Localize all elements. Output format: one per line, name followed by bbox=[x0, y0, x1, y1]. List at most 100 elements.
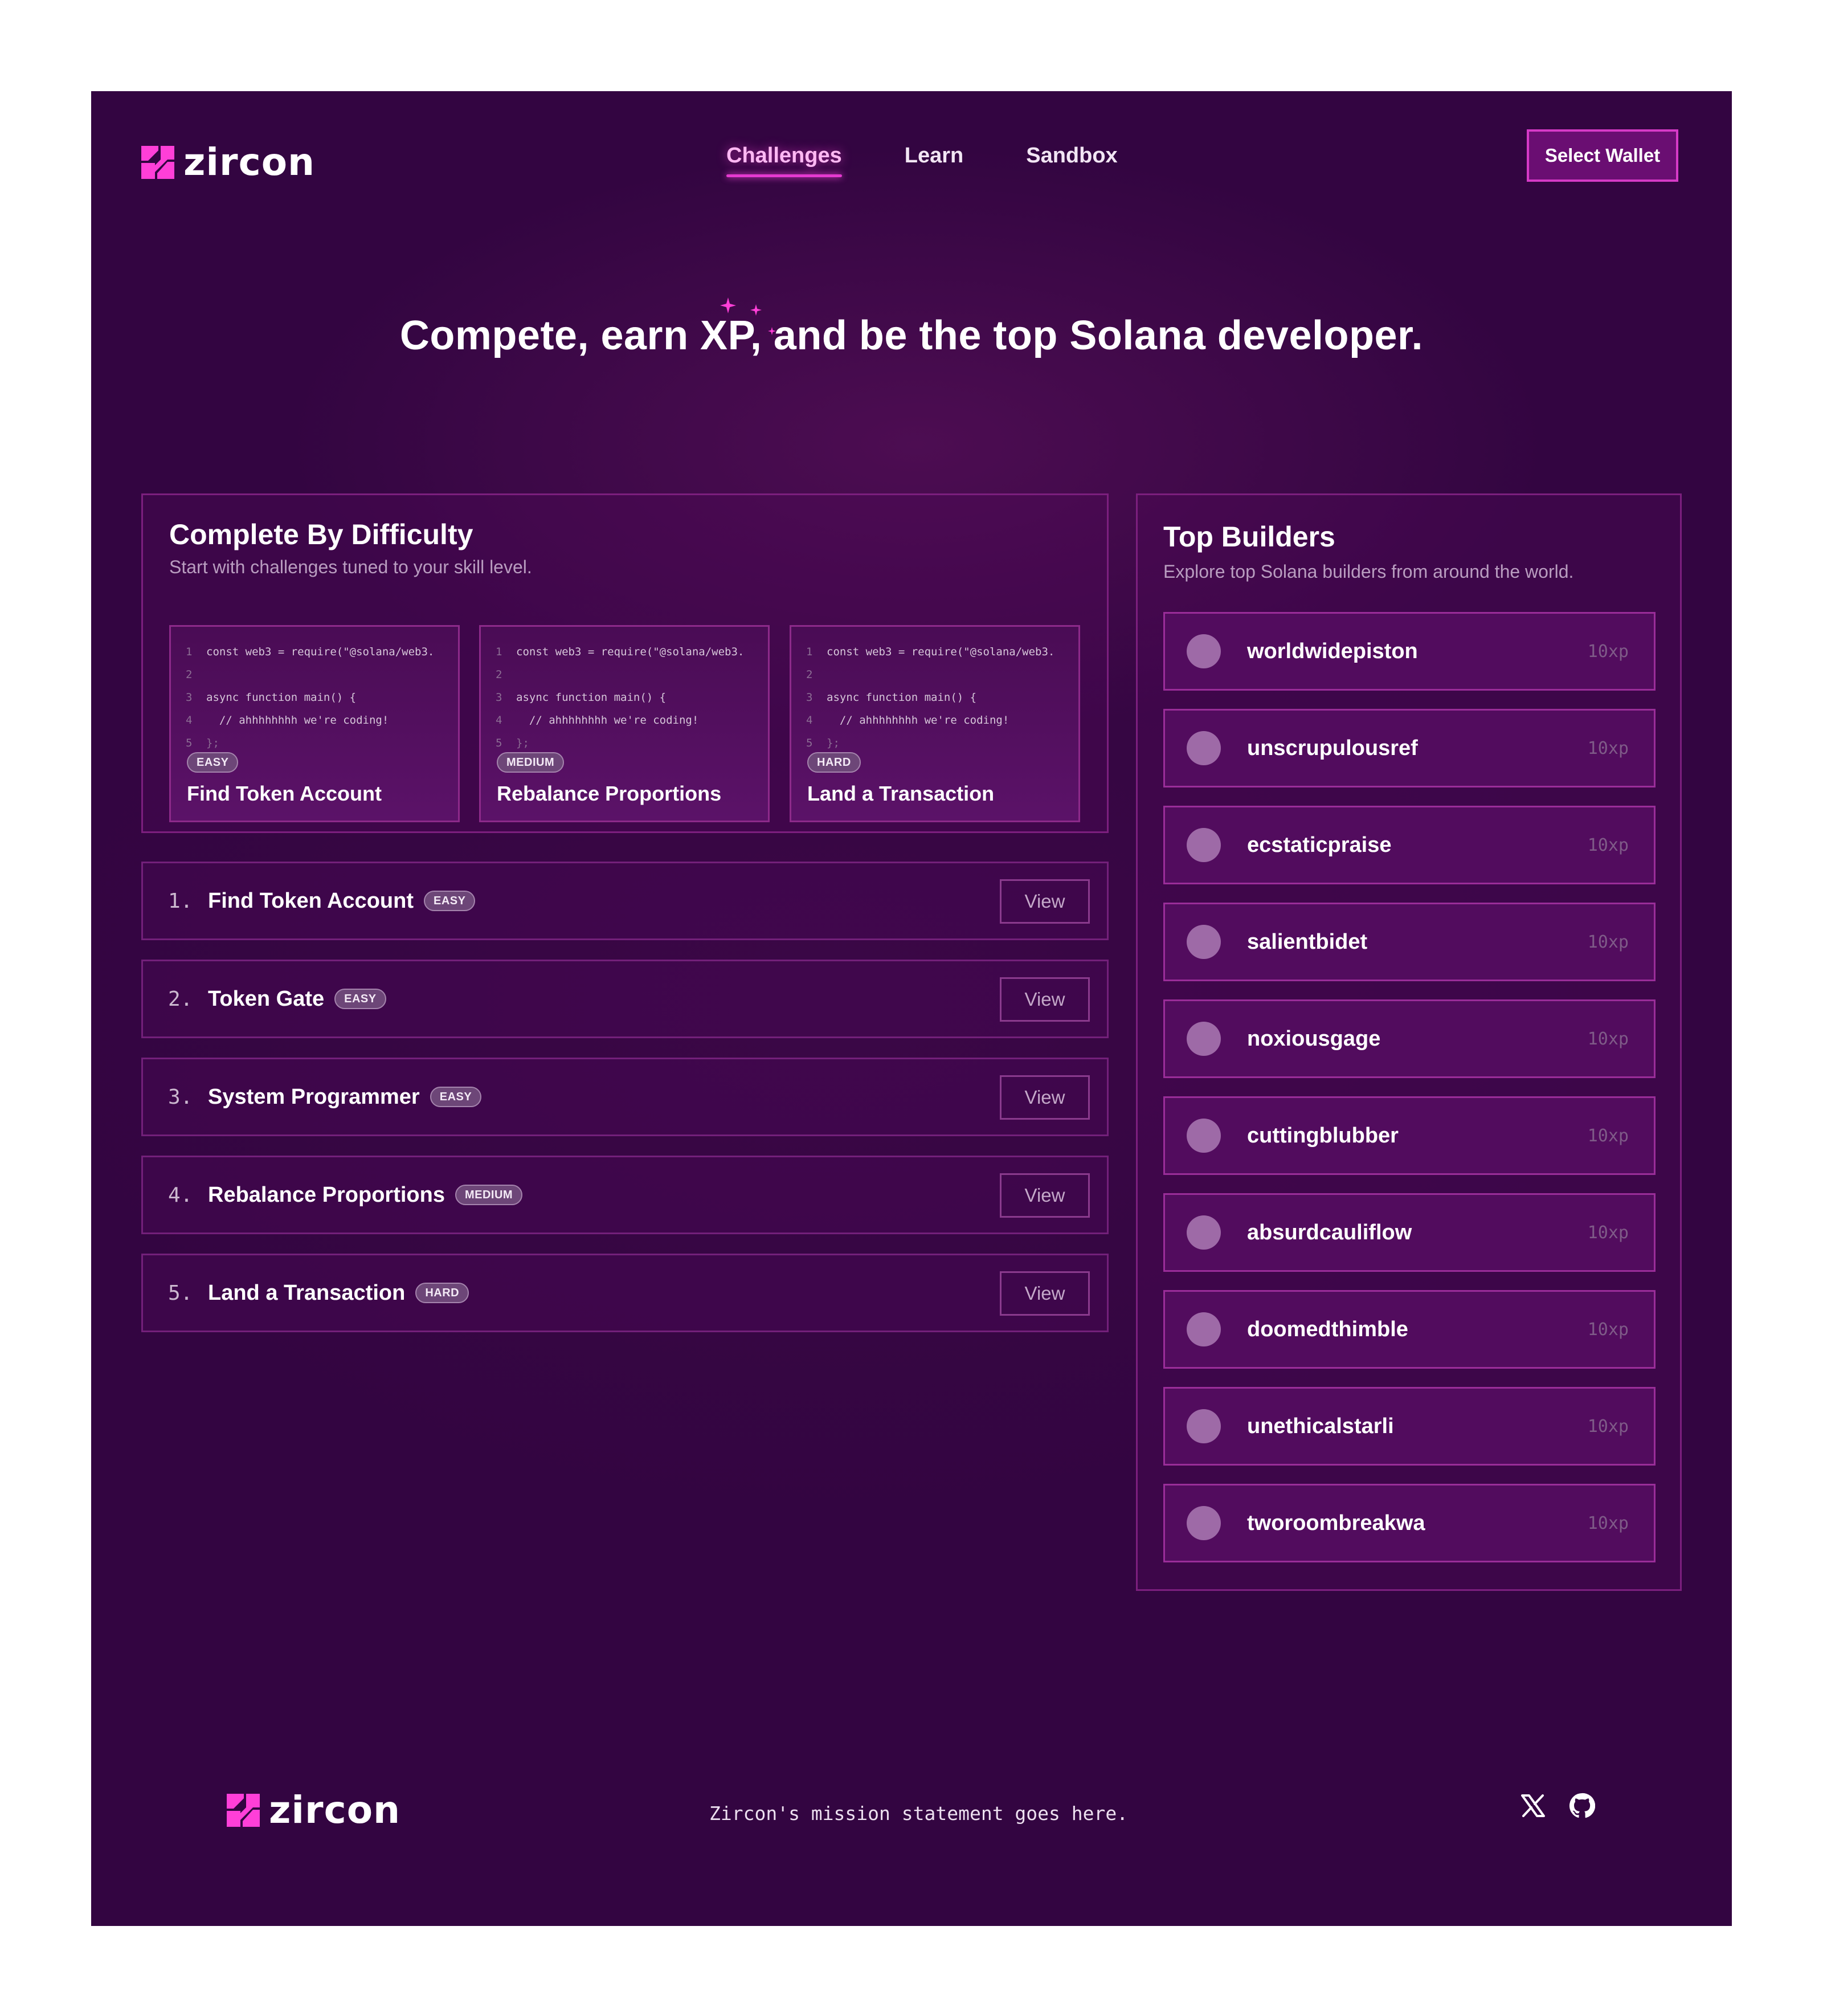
difficulty-badge: EASY bbox=[430, 1087, 482, 1107]
hero-headline: Compete, earn XP, and be the top Solana … bbox=[399, 313, 1424, 358]
nav-learn[interactable]: Learn bbox=[905, 144, 963, 168]
challenge-title: System Programmer bbox=[208, 1084, 420, 1109]
zircon-logo-icon bbox=[141, 145, 174, 179]
view-button[interactable]: View bbox=[1000, 1271, 1090, 1316]
challenge-row: 2. Token Gate EASY View bbox=[141, 960, 1109, 1038]
builder-name: unscrupulousref bbox=[1247, 736, 1418, 760]
builder-row[interactable]: noxiousgage 10xp bbox=[1163, 999, 1656, 1078]
challenge-row: 1. Find Token Account EASY View bbox=[141, 862, 1109, 940]
challenge-title: Token Gate bbox=[208, 986, 325, 1011]
main-nav: Challenges Learn Sandbox bbox=[726, 144, 1118, 177]
builder-row[interactable]: absurdcauliflow 10xp bbox=[1163, 1193, 1656, 1272]
sparkle-icon bbox=[750, 304, 762, 316]
avatar bbox=[1187, 1022, 1221, 1056]
view-button[interactable]: View bbox=[1000, 1173, 1090, 1218]
builder-xp: 10xp bbox=[1587, 1319, 1629, 1340]
difficulty-title: Complete By Difficulty bbox=[169, 519, 473, 550]
avatar bbox=[1187, 634, 1221, 668]
avatar bbox=[1187, 1409, 1221, 1443]
builder-row[interactable]: tworoombreakwa 10xp bbox=[1163, 1484, 1656, 1562]
builder-xp: 10xp bbox=[1587, 932, 1629, 952]
builder-row[interactable]: unethicalstarli 10xp bbox=[1163, 1387, 1656, 1466]
builder-row[interactable]: ecstaticpraise 10xp bbox=[1163, 806, 1656, 884]
footer-logo[interactable]: zircon bbox=[227, 1788, 400, 1832]
builder-xp: 10xp bbox=[1587, 1513, 1629, 1533]
challenge-row: 4. Rebalance Proportions MEDIUM View bbox=[141, 1156, 1109, 1234]
difficulty-badge: MEDIUM bbox=[455, 1185, 523, 1205]
avatar bbox=[1187, 1506, 1221, 1540]
sparkle-icon bbox=[720, 297, 736, 313]
avatar bbox=[1187, 925, 1221, 959]
builder-name: tworoombreakwa bbox=[1247, 1511, 1425, 1535]
builder-name: doomedthimble bbox=[1247, 1317, 1408, 1341]
avatar bbox=[1187, 731, 1221, 765]
difficulty-badge: HARD bbox=[415, 1283, 469, 1303]
builder-xp: 10xp bbox=[1587, 1125, 1629, 1146]
difficulty-card-hard[interactable]: 1 const web3 = require("@solana/web3. 2 3… bbox=[790, 625, 1080, 822]
nav-sandbox[interactable]: Sandbox bbox=[1026, 144, 1117, 168]
zircon-logo-icon bbox=[227, 1793, 260, 1827]
brand-name: zircon bbox=[183, 140, 316, 184]
code-snippet: 1 const web3 = require("@solana/web3. 2 3… bbox=[806, 646, 1055, 749]
challenge-number: 1. bbox=[168, 889, 193, 913]
challenge-number: 3. bbox=[168, 1085, 193, 1109]
builder-xp: 10xp bbox=[1587, 835, 1629, 855]
difficulty-card-medium[interactable]: 1 const web3 = require("@solana/web3. 2 3… bbox=[479, 625, 770, 822]
select-wallet-button[interactable]: Select Wallet bbox=[1527, 129, 1678, 182]
code-snippet: 1 const web3 = require("@solana/web3. 2 3… bbox=[496, 646, 745, 749]
builder-name: worldwidepiston bbox=[1247, 639, 1418, 663]
top-builders-title: Top Builders bbox=[1163, 521, 1335, 553]
challenge-row: 3. System Programmer EASY View bbox=[141, 1058, 1109, 1136]
challenge-row: 5. Land a Transaction HARD View bbox=[141, 1254, 1109, 1332]
app-frame: zircon Challenges Learn Sandbox Select W… bbox=[91, 91, 1732, 1926]
avatar bbox=[1187, 828, 1221, 862]
view-button[interactable]: View bbox=[1000, 879, 1090, 924]
builder-row[interactable]: unscrupulousref 10xp bbox=[1163, 709, 1656, 787]
builder-name: salientbidet bbox=[1247, 929, 1368, 954]
x-icon[interactable] bbox=[1518, 1790, 1548, 1821]
challenge-title: Find Token Account bbox=[208, 888, 414, 913]
difficulty-badge: EASY bbox=[423, 891, 476, 911]
card-title: Land a Transaction bbox=[807, 782, 995, 805]
challenge-number: 4. bbox=[168, 1183, 193, 1207]
difficulty-badge: MEDIUM bbox=[497, 752, 565, 773]
builder-name: ecstaticpraise bbox=[1247, 832, 1392, 857]
avatar bbox=[1187, 1215, 1221, 1250]
difficulty-subtitle: Start with challenges tuned to your skil… bbox=[169, 557, 532, 577]
top-builders-subtitle: Explore top Solana builders from around … bbox=[1163, 561, 1574, 582]
difficulty-panel: Complete By Difficulty Start with challe… bbox=[141, 493, 1109, 833]
top-builders-panel: Top Builders Explore top Solana builders… bbox=[1136, 493, 1682, 1591]
difficulty-badge: EASY bbox=[187, 752, 239, 773]
difficulty-badge: HARD bbox=[807, 752, 861, 773]
card-title: Rebalance Proportions bbox=[497, 782, 722, 805]
builder-row[interactable]: salientbidet 10xp bbox=[1163, 903, 1656, 981]
header-logo[interactable]: zircon bbox=[141, 140, 315, 184]
sparkle-icon bbox=[768, 327, 776, 335]
view-button[interactable]: View bbox=[1000, 977, 1090, 1022]
avatar bbox=[1187, 1312, 1221, 1346]
difficulty-badge: EASY bbox=[334, 989, 386, 1009]
challenge-title: Rebalance Proportions bbox=[208, 1182, 445, 1207]
difficulty-card-easy[interactable]: 1 const web3 = require("@solana/web3. 2 3… bbox=[169, 625, 460, 822]
builder-name: unethicalstarli bbox=[1247, 1414, 1394, 1438]
builder-name: cuttingblubber bbox=[1247, 1123, 1399, 1148]
challenge-number: 2. bbox=[168, 987, 193, 1011]
builder-name: noxiousgage bbox=[1247, 1026, 1381, 1051]
code-snippet: 1 const web3 = require("@solana/web3. 2 3… bbox=[186, 646, 435, 749]
builder-row[interactable]: cuttingblubber 10xp bbox=[1163, 1096, 1656, 1175]
builder-name: absurdcauliflow bbox=[1247, 1220, 1412, 1244]
mission-statement: Zircon's mission statement goes here. bbox=[709, 1802, 1129, 1825]
brand-name: zircon bbox=[269, 1788, 401, 1832]
github-icon[interactable] bbox=[1567, 1790, 1597, 1821]
builder-xp: 10xp bbox=[1587, 1029, 1629, 1049]
builder-row[interactable]: worldwidepiston 10xp bbox=[1163, 612, 1656, 691]
view-button[interactable]: View bbox=[1000, 1075, 1090, 1120]
challenge-title: Land a Transaction bbox=[208, 1280, 406, 1305]
builder-xp: 10xp bbox=[1587, 1222, 1629, 1243]
builder-row[interactable]: doomedthimble 10xp bbox=[1163, 1290, 1656, 1369]
card-title: Find Token Account bbox=[187, 782, 382, 805]
builder-xp: 10xp bbox=[1587, 738, 1629, 758]
nav-challenges[interactable]: Challenges bbox=[726, 144, 842, 177]
challenge-number: 5. bbox=[168, 1281, 193, 1305]
builder-xp: 10xp bbox=[1587, 1416, 1629, 1436]
